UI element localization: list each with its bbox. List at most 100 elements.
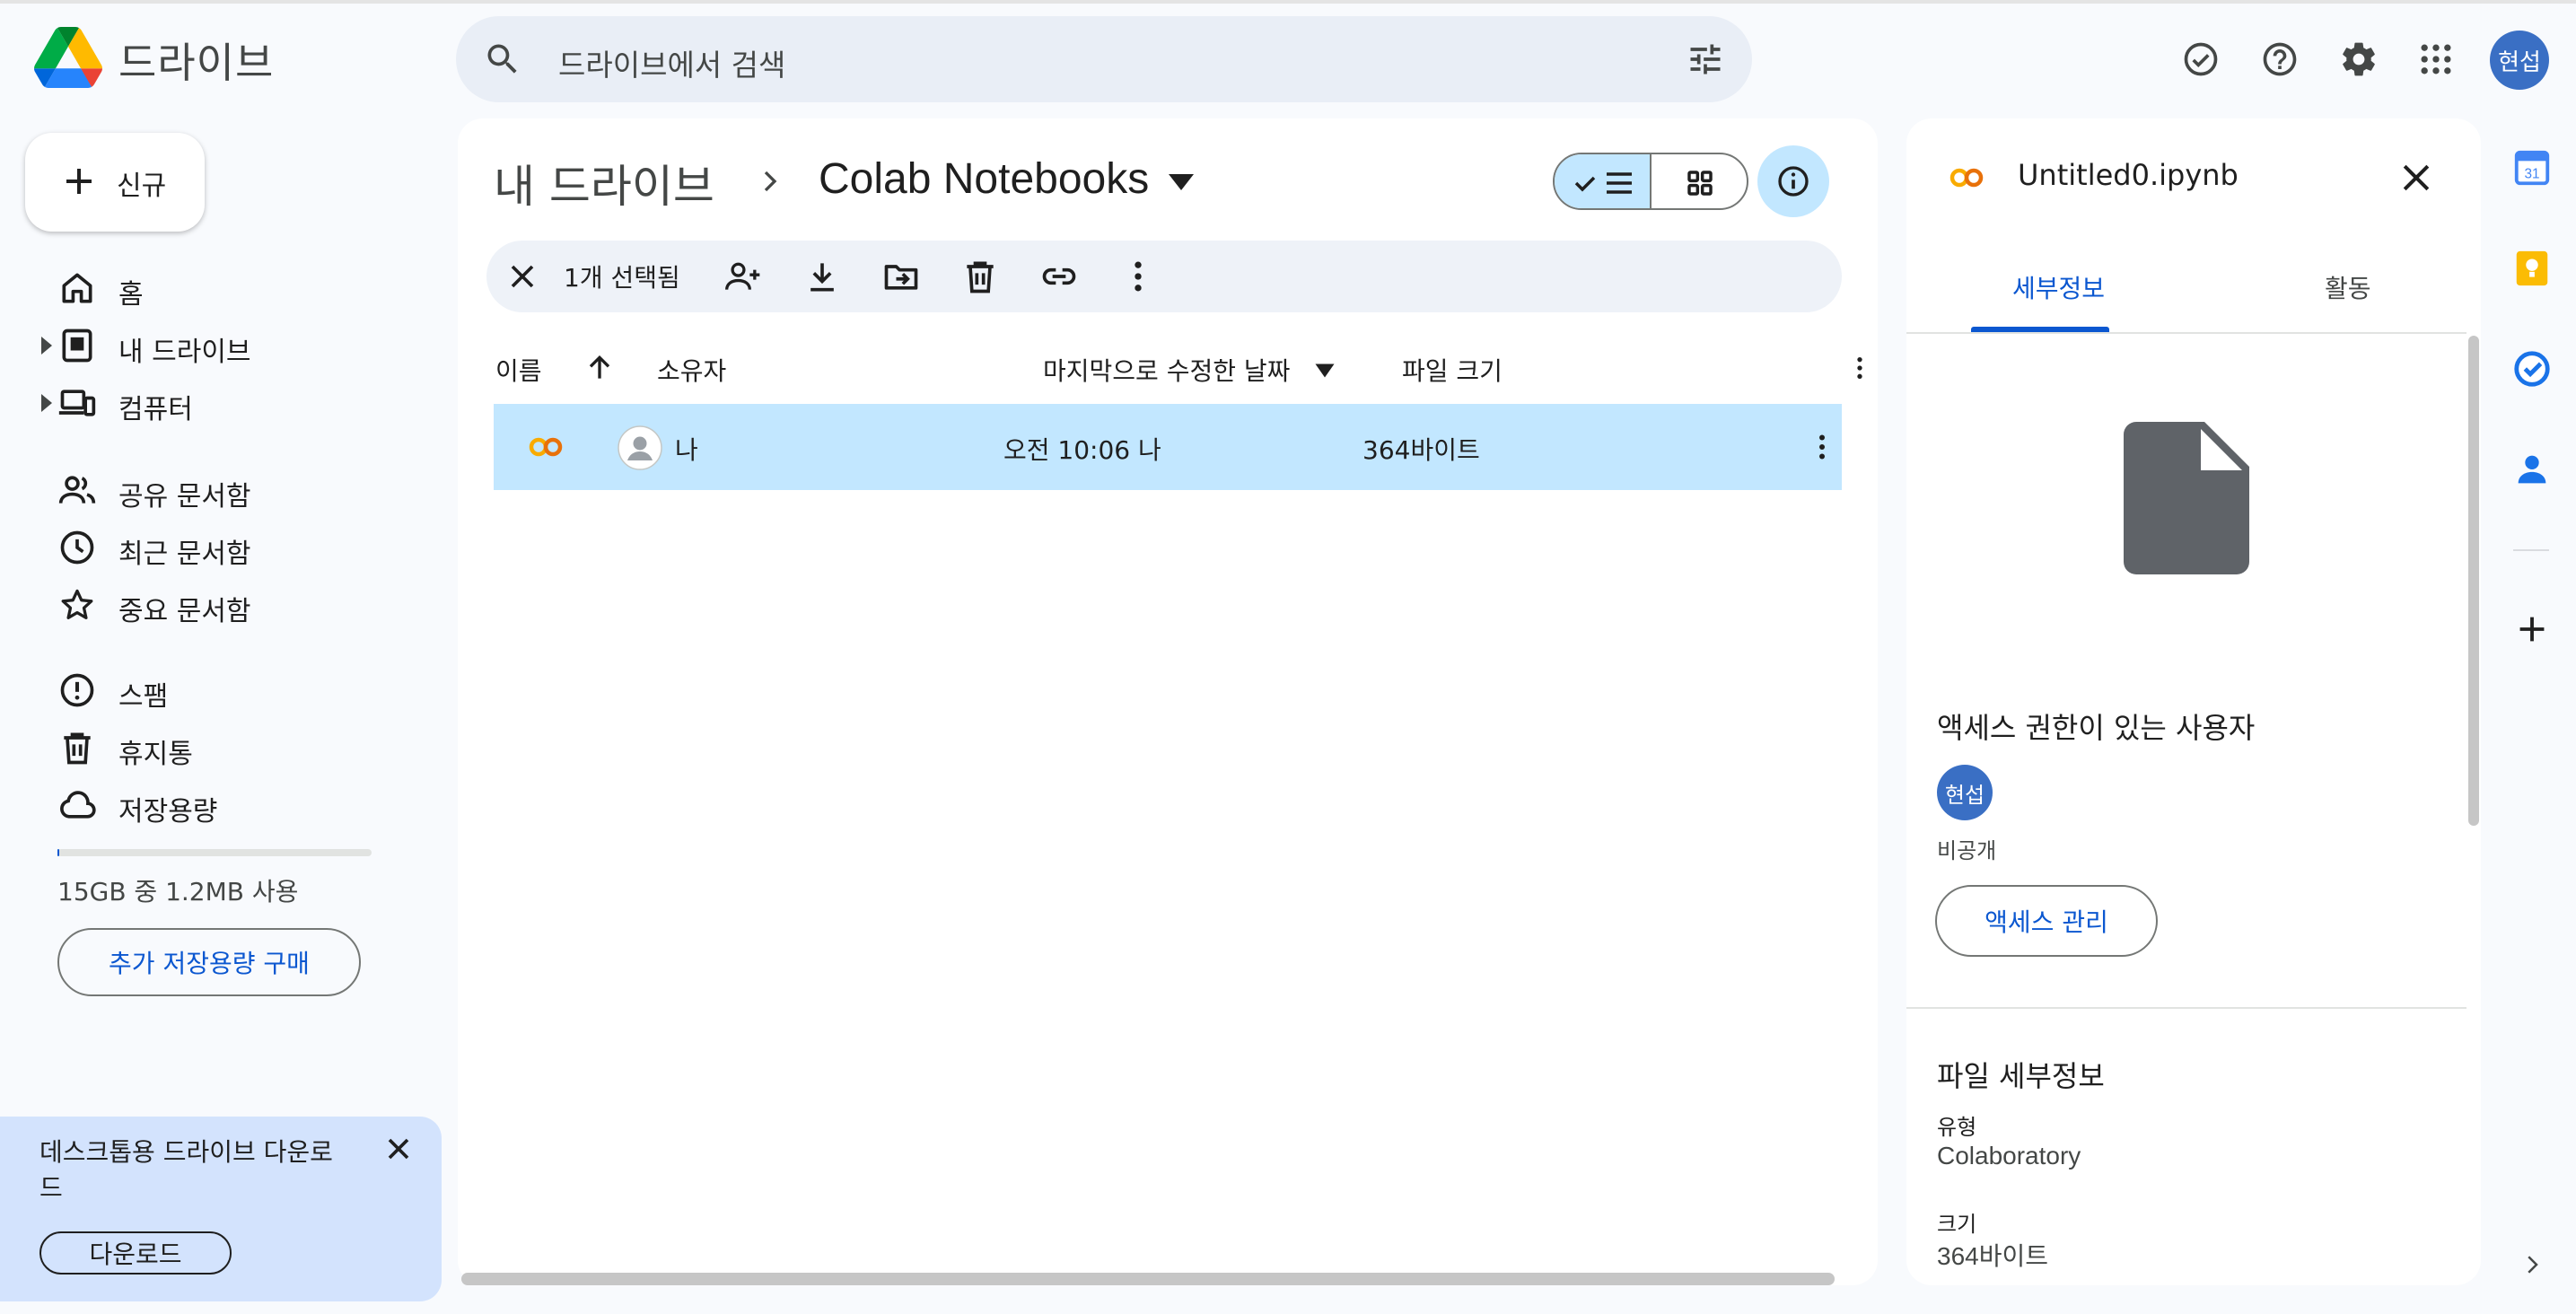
- size-value: 364바이트: [1937, 1242, 2048, 1270]
- column-header-name[interactable]: 이름: [495, 352, 542, 388]
- sidebar-item-spam[interactable]: 스팸: [36, 665, 431, 715]
- close-icon[interactable]: [2396, 158, 2436, 197]
- app-name: 드라이브: [118, 39, 275, 87]
- type-value: Colaboratory: [1937, 1142, 2081, 1169]
- sidebar-item-label: 내 드라이브: [118, 337, 251, 368]
- spam-icon: [60, 673, 94, 707]
- search-options-icon[interactable]: [1686, 39, 1725, 79]
- trash-icon[interactable]: [960, 257, 1000, 296]
- caret-down-icon[interactable]: [1314, 363, 1336, 379]
- horizontal-scrollbar[interactable]: [461, 1273, 1835, 1285]
- tab-details[interactable]: 세부정보: [2012, 269, 2105, 305]
- trash-icon: [64, 732, 91, 765]
- new-button[interactable]: 신규: [25, 133, 205, 232]
- access-heading: 액세스 권한이 있는 사용자: [1937, 711, 2256, 745]
- breadcrumb-current-folder[interactable]: Colab Notebooks: [819, 154, 1149, 204]
- manage-access-button[interactable]: 액세스 관리: [1935, 885, 2158, 957]
- file-owner: 나: [675, 435, 698, 465]
- file-preview-document-icon: [2124, 422, 2249, 574]
- rail-divider: [2513, 549, 2549, 551]
- details-panel: [1906, 118, 2481, 1285]
- buy-storage-button[interactable]: 추가 저장용량 구매: [57, 928, 361, 996]
- sidebar-item-label: 공유 문서함: [118, 481, 251, 512]
- list-view-button[interactable]: [1555, 154, 1652, 208]
- tab-divider: [1906, 332, 2466, 334]
- vertical-scrollbar[interactable]: [2468, 336, 2479, 826]
- sidebar-item-my-drive[interactable]: 내 드라이브: [36, 320, 431, 371]
- computers-icon: [58, 390, 96, 416]
- download-icon[interactable]: [802, 257, 842, 296]
- link-icon[interactable]: [1039, 257, 1079, 296]
- type-label: 유형: [1937, 1115, 1977, 1140]
- cloud-icon: [60, 791, 96, 819]
- expand-arrow-icon[interactable]: [39, 394, 54, 412]
- add-addon-plus-icon[interactable]: [2511, 609, 2553, 650]
- access-user-avatar[interactable]: 현섭: [1937, 765, 1993, 820]
- chevron-right-icon[interactable]: [2519, 1251, 2545, 1278]
- sidebar-item-label: 최근 문서함: [118, 539, 251, 570]
- more-vert-icon[interactable]: [1118, 257, 1158, 296]
- check-list-icon: [1574, 172, 1632, 194]
- move-folder-icon[interactable]: [881, 257, 921, 296]
- grid-view-button[interactable]: [1652, 154, 1747, 208]
- column-header-modified[interactable]: 마지막으로 수정한 날짜: [1043, 352, 1290, 388]
- details-info-button[interactable]: [1757, 145, 1829, 217]
- star-icon: [61, 589, 93, 619]
- breadcrumb-my-drive[interactable]: 내 드라이브: [494, 151, 714, 215]
- download-button[interactable]: 다운로드: [39, 1231, 232, 1275]
- info-icon: [1778, 166, 1809, 197]
- colab-file-icon: [1950, 168, 1984, 188]
- column-header-owner[interactable]: 소유자: [657, 352, 726, 388]
- storage-progress-bar: [57, 849, 372, 856]
- sidebar-item-label: 중요 문서함: [118, 596, 251, 627]
- sidebar-item-label: 컴퓨터: [118, 394, 193, 425]
- share-person-add-icon[interactable]: [723, 257, 763, 296]
- file-size: 364바이트: [1362, 435, 1480, 465]
- sidebar-item-label: 휴지통: [118, 739, 193, 770]
- sidebar-item-storage[interactable]: 저장용량: [36, 780, 431, 830]
- clock-icon: [60, 530, 94, 565]
- table-row[interactable]: 나 오전 10:06 나 364바이트: [494, 404, 1842, 490]
- help-icon[interactable]: [2260, 39, 2300, 79]
- sidebar-item-home[interactable]: 홈: [36, 263, 431, 313]
- size-label: 크기: [1937, 1212, 1977, 1237]
- sidebar-item-computers[interactable]: 컴퓨터: [36, 378, 431, 428]
- more-vert-icon[interactable]: [1845, 354, 1874, 382]
- tasks-icon[interactable]: [2511, 348, 2553, 390]
- search-icon[interactable]: [483, 39, 522, 79]
- expand-arrow-icon[interactable]: [39, 337, 54, 355]
- svg-text:31: 31: [2524, 167, 2539, 182]
- drive-logo-icon[interactable]: [34, 27, 102, 88]
- top-border: [0, 0, 2576, 4]
- tab-activity[interactable]: 활동: [2325, 269, 2371, 305]
- view-toggle[interactable]: [1553, 153, 1748, 210]
- row-more-vert-icon[interactable]: [1806, 431, 1838, 463]
- grid-icon: [1687, 171, 1713, 196]
- close-icon[interactable]: [381, 1131, 416, 1167]
- selection-count: 1개 선택됨: [564, 263, 680, 293]
- sidebar-item-starred[interactable]: 중요 문서함: [36, 580, 431, 630]
- calendar-icon[interactable]: 31: [2511, 147, 2553, 188]
- keep-icon[interactable]: [2511, 248, 2553, 289]
- search-input[interactable]: 드라이브에서 검색: [558, 41, 785, 84]
- sort-ascending-arrow-icon[interactable]: [582, 350, 618, 386]
- column-header-file-size[interactable]: 파일 크기: [1402, 352, 1503, 388]
- sidebar-item-shared[interactable]: 공유 문서함: [36, 465, 431, 515]
- search-bar[interactable]: 드라이브에서 검색: [456, 16, 1752, 102]
- storage-progress-fill: [57, 849, 59, 856]
- caret-down-icon[interactable]: [1167, 171, 1196, 194]
- sidebar-item-label: 스팸: [118, 681, 169, 713]
- sidebar-item-trash[interactable]: 휴지통: [36, 723, 431, 773]
- clear-selection-close-icon[interactable]: [503, 257, 542, 296]
- account-avatar[interactable]: 현섭: [2490, 31, 2549, 90]
- sidebar-item-label: 홈: [118, 279, 144, 311]
- contacts-icon[interactable]: [2511, 449, 2553, 490]
- colab-file-icon: [529, 437, 563, 457]
- apps-grid-icon[interactable]: [2416, 39, 2456, 79]
- sidebar-item-recent[interactable]: 최근 문서함: [36, 522, 431, 573]
- ready-offline-icon[interactable]: [2181, 39, 2221, 79]
- plus-icon: [66, 169, 92, 194]
- selection-action-bar: 1개 선택됨: [486, 241, 1842, 312]
- access-status: 비공개: [1937, 838, 1997, 863]
- settings-gear-icon[interactable]: [2339, 39, 2379, 79]
